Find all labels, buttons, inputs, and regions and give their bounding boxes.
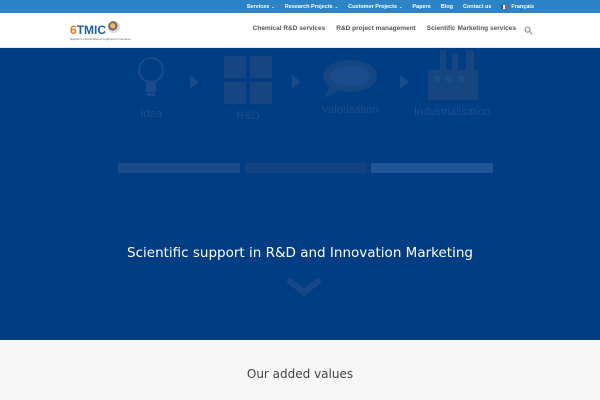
chevron-down-icon: ⌄: [399, 4, 403, 9]
logo-text: 6TMIC: [70, 23, 107, 37]
grid-icon: [224, 56, 272, 104]
arrow-right-icon: [400, 75, 409, 89]
main-nav: Chemical R&D services R&D project manage…: [253, 25, 516, 32]
site-logo[interactable]: 6TMIC Solutions Industrielles et Ingénie…: [70, 21, 131, 41]
top-nav-services[interactable]: Services ⌄: [247, 4, 275, 10]
progress-segment: [245, 163, 367, 173]
arrow-right-icon: [190, 75, 199, 89]
progress-segment: [118, 163, 240, 173]
main-header: 6TMIC Solutions Industrielles et Ingénie…: [0, 13, 600, 48]
factory-icon: [428, 50, 479, 100]
language-switcher[interactable]: Français: [501, 4, 534, 10]
top-nav-label: Services: [246, 3, 270, 10]
top-nav-papers[interactable]: Papers: [412, 4, 430, 10]
chevron-down-icon: ⌄: [271, 4, 275, 9]
step-label: Industrialisation: [414, 106, 491, 118]
language-label: Français: [511, 3, 534, 10]
step-valorisation: Valorisation: [320, 58, 380, 116]
step-industrialisation: Industrialisation: [414, 48, 490, 118]
step-rd: R&D: [222, 54, 274, 122]
step-label: Idea: [140, 108, 162, 120]
top-nav-customer-projects[interactable]: Customer Projects ⌄: [348, 4, 402, 10]
chevron-down-icon: ⌄: [334, 4, 339, 9]
section-title: Our added values: [246, 367, 354, 381]
nav-chemical-rd-services[interactable]: Chemical R&D services: [253, 25, 326, 32]
top-nav-research-projects[interactable]: Research Projects ⌄: [285, 4, 338, 10]
top-nav-label: Customer Projects: [348, 3, 397, 10]
arrow-right-icon: [292, 75, 301, 89]
nav-scientific-marketing-services[interactable]: Scientific Marketing services: [427, 25, 516, 32]
hero-tagline: Scientific support in R&D and Innovation…: [127, 245, 473, 261]
logo-tagline: Solutions Industrielles et Ingénierie In…: [70, 37, 131, 41]
step-idea: Idea: [136, 54, 166, 120]
top-nav-blog[interactable]: Blog: [441, 4, 453, 10]
search-icon[interactable]: [524, 26, 533, 35]
top-bar: Services ⌄ Research Projects ⌄ Customer …: [0, 0, 600, 13]
progress-segment: [371, 163, 493, 173]
added-values-section: Our added values: [0, 340, 600, 400]
logo-mark-icon: [108, 21, 121, 33]
step-label: R&D: [236, 110, 260, 122]
french-flag-icon: [501, 4, 508, 9]
lightbulb-icon: [138, 57, 164, 96]
step-label: Valorisation: [321, 104, 379, 116]
top-nav-contact-us[interactable]: Contact us: [463, 4, 491, 10]
top-nav-label: Research Projects: [284, 3, 333, 10]
hero-banner: Idea R&D Valorisation Industrialisation …: [0, 48, 600, 340]
speech-bubble-icon: [323, 60, 377, 98]
nav-rd-project-management[interactable]: R&D project management: [336, 25, 415, 32]
chevron-down-icon[interactable]: [284, 276, 324, 296]
